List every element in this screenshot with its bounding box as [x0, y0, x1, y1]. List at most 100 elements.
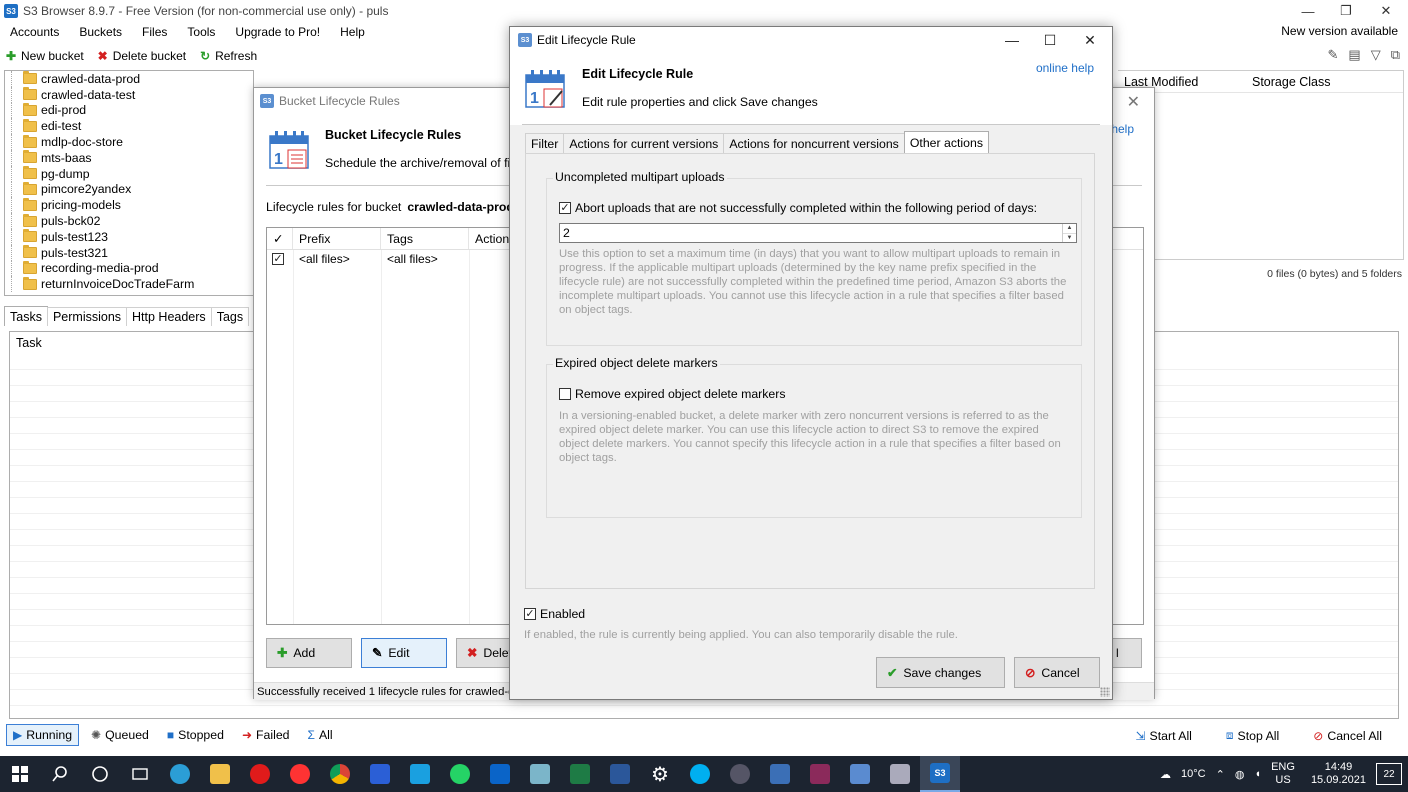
notifications-button[interactable]: 22: [1376, 763, 1402, 785]
filter-all-button[interactable]: Σ All: [302, 725, 339, 745]
abort-uploads-row[interactable]: Abort uploads that are not successfully …: [559, 201, 1037, 215]
word-icon[interactable]: [600, 756, 640, 792]
start-button[interactable]: [0, 756, 40, 792]
bucket-item[interactable]: puls-test123: [5, 228, 253, 245]
close-button[interactable]: ✕: [1366, 0, 1406, 22]
volume-icon[interactable]: ◖: [1254, 768, 1261, 780]
network-icon[interactable]: ◍: [1235, 768, 1245, 781]
clock[interactable]: 14:49 15.09.2021: [1311, 761, 1366, 787]
spin-down-icon[interactable]: ▼: [1063, 234, 1076, 243]
start-all-button[interactable]: ⇲ Start All: [1129, 725, 1197, 746]
tab-tags[interactable]: Tags: [210, 307, 250, 326]
winrar-icon[interactable]: [800, 756, 840, 792]
whatsapp-icon[interactable]: [440, 756, 480, 792]
bucket-item[interactable]: pg-dump: [5, 165, 253, 182]
chrome-icon[interactable]: [320, 756, 360, 792]
language-indicator[interactable]: ENG US: [1271, 761, 1295, 787]
enabled-checkbox[interactable]: [524, 608, 536, 620]
tab-current-versions[interactable]: Actions for current versions: [563, 133, 725, 154]
tab-http-headers[interactable]: Http Headers: [126, 307, 212, 326]
new-version-link[interactable]: New version available: [1281, 24, 1398, 38]
menu-upgrade[interactable]: Upgrade to Pro!: [225, 25, 330, 39]
weather-temp[interactable]: 10°C: [1181, 768, 1206, 780]
filter-stopped-button[interactable]: ■ Stopped: [161, 725, 230, 745]
cancel-all-button[interactable]: ⊘ Cancel All: [1307, 725, 1388, 746]
dialog-maximize-button[interactable]: ☐: [1030, 27, 1070, 53]
excel-icon[interactable]: [560, 756, 600, 792]
search-icon[interactable]: [40, 756, 80, 792]
weather-icon[interactable]: ☁: [1160, 768, 1171, 781]
menu-files[interactable]: Files: [132, 25, 177, 39]
bucket-item[interactable]: recording-media-prod: [5, 260, 253, 277]
delete-bucket-button[interactable]: ✖ Delete bucket: [92, 49, 190, 63]
tab-filter[interactable]: Filter: [525, 133, 565, 154]
copy-window-icon[interactable]: ⧉: [1391, 47, 1400, 63]
tab-other-actions[interactable]: Other actions: [903, 131, 989, 155]
days-spinner[interactable]: ▲ ▼: [1062, 224, 1076, 242]
edit-pencil-icon[interactable]: ✎: [1328, 47, 1339, 63]
save-changes-button[interactable]: ✔ Save changes: [876, 657, 1005, 688]
dialog-minimize-button[interactable]: —: [992, 27, 1032, 53]
remove-markers-checkbox[interactable]: [559, 388, 571, 400]
opera-icon[interactable]: [240, 756, 280, 792]
bucket-item[interactable]: puls-bck02: [5, 213, 253, 229]
rule-enabled-checkbox[interactable]: [272, 253, 284, 265]
network-app-icon[interactable]: [840, 756, 880, 792]
tray-chevron-icon[interactable]: ⌃: [1216, 768, 1225, 781]
screen-app-icon[interactable]: [400, 756, 440, 792]
bucket-item[interactable]: edi-test: [5, 118, 253, 134]
online-help-link[interactable]: online help: [1036, 61, 1094, 75]
add-rule-button[interactable]: ✚ Add: [266, 638, 352, 668]
cortana-icon[interactable]: [80, 756, 120, 792]
resize-grip[interactable]: [1100, 687, 1110, 697]
menu-buckets[interactable]: Buckets: [69, 25, 132, 39]
stop-all-button[interactable]: ⧈ Stop All: [1220, 725, 1285, 746]
tab-noncurrent-versions[interactable]: Actions for noncurrent versions: [723, 133, 905, 154]
column-storage-class[interactable]: Storage Class: [1246, 75, 1331, 89]
notes-app-icon[interactable]: [520, 756, 560, 792]
file-explorer-icon[interactable]: [200, 756, 240, 792]
s3-browser-taskbar-icon[interactable]: S3: [920, 756, 960, 792]
bucket-item[interactable]: crawled-data-test: [5, 86, 253, 103]
calculator-app-icon[interactable]: [360, 756, 400, 792]
days-stepper-input[interactable]: 2 ▲ ▼: [559, 223, 1077, 243]
filter-icon[interactable]: ▽: [1371, 47, 1381, 63]
remote-desktop-icon[interactable]: [760, 756, 800, 792]
cancel-button[interactable]: ⊘ Cancel: [1014, 657, 1100, 688]
bucket-item[interactable]: crawled-data-prod: [5, 71, 253, 87]
spin-up-icon[interactable]: ▲: [1063, 224, 1076, 234]
edge-icon[interactable]: [160, 756, 200, 792]
minimize-button[interactable]: —: [1288, 0, 1328, 22]
filter-failed-button[interactable]: ➜ Failed: [236, 725, 296, 745]
menu-tools[interactable]: Tools: [177, 25, 225, 39]
edit-rule-button[interactable]: ✎ Edit: [361, 638, 447, 668]
filter-running-button[interactable]: ▶ Running: [6, 724, 80, 746]
view-icon[interactable]: ▤: [1348, 47, 1360, 63]
restore-button[interactable]: ❐: [1326, 0, 1366, 22]
bucket-item[interactable]: pricing-models: [5, 197, 253, 213]
menu-accounts[interactable]: Accounts: [0, 25, 69, 39]
bucket-item[interactable]: returnInvoiceDocTradeFarm: [5, 276, 253, 292]
bucket-item[interactable]: pimcore2yandex: [5, 181, 253, 198]
refresh-button[interactable]: ↻ Refresh: [194, 49, 261, 63]
menu-help[interactable]: Help: [330, 25, 375, 39]
bucket-item[interactable]: edi-prod: [5, 102, 253, 119]
tools-app-icon[interactable]: [880, 756, 920, 792]
enabled-row[interactable]: Enabled: [524, 607, 585, 621]
tab-tasks[interactable]: Tasks: [4, 306, 48, 326]
column-prefix[interactable]: Prefix: [293, 228, 381, 249]
bucket-lifecycle-help-link[interactable]: help: [1111, 122, 1134, 136]
bucket-item[interactable]: puls-test321: [5, 244, 253, 261]
dialog-close-button[interactable]: ✕: [1070, 27, 1110, 53]
yandex-icon[interactable]: [280, 756, 320, 792]
skype-icon[interactable]: [680, 756, 720, 792]
new-bucket-button[interactable]: ✚ New bucket: [0, 49, 88, 63]
bucket-lifecycle-ok-button[interactable]: l: [1112, 638, 1142, 668]
task-view-icon[interactable]: [120, 756, 160, 792]
bucket-lifecycle-close-button[interactable]: ✕: [1127, 92, 1140, 112]
bucket-item[interactable]: mts-baas: [5, 149, 253, 166]
settings-gear-icon[interactable]: ⚙: [640, 756, 680, 792]
outlook-icon[interactable]: [480, 756, 520, 792]
bucket-item[interactable]: mdlp-doc-store: [5, 134, 253, 150]
vpn-lock-icon[interactable]: [720, 756, 760, 792]
